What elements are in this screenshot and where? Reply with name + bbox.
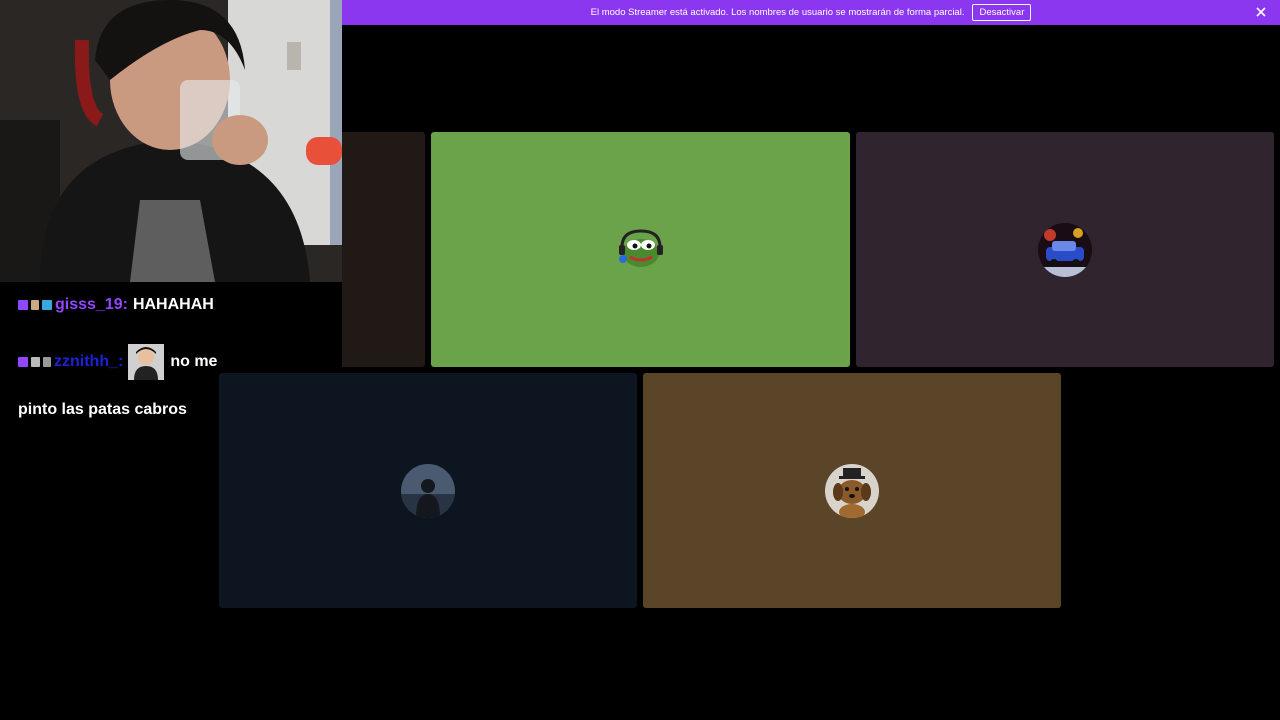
car-avatar — [1038, 222, 1092, 277]
close-icon[interactable] — [1254, 5, 1268, 19]
chat-message-continuation: pinto las patas cabros — [18, 401, 187, 418]
banner-text: El modo Streamer está activado. Los nomb… — [590, 7, 965, 18]
chat-username: zznithh_: — [54, 353, 124, 370]
deactivate-button[interactable]: Desactivar — [972, 4, 1032, 21]
prime-badge-icon — [18, 300, 28, 310]
emote-badge-icon — [31, 300, 39, 310]
chat-emote — [128, 344, 165, 380]
participant-tile-2[interactable] — [431, 132, 850, 367]
streamer-mode-banner: El modo Streamer está activado. Los nomb… — [342, 0, 1280, 25]
chat-text: no me — [170, 353, 218, 370]
emote-badge-icon — [31, 357, 40, 367]
chat-text: HAHAHAH — [132, 296, 214, 313]
pepe-headset-avatar — [613, 222, 668, 277]
prime-badge-icon — [18, 357, 28, 367]
webcam-overlay — [0, 0, 342, 282]
chat-message: zznithh_: no me — [18, 344, 217, 380]
participant-tile-5[interactable] — [643, 373, 1061, 608]
chat-username: gisss_19: — [55, 296, 128, 313]
silhouette-avatar — [401, 463, 455, 518]
sub-badge-icon — [43, 357, 51, 367]
chat-overlay: gisss_19: HAHAHAH zznithh_: no me pinto … — [0, 282, 425, 420]
participant-tile-3[interactable] — [856, 132, 1274, 367]
chat-message: gisss_19: HAHAHAH — [18, 296, 214, 314]
dog-avatar — [825, 463, 879, 518]
sub-badge-icon — [42, 300, 52, 310]
